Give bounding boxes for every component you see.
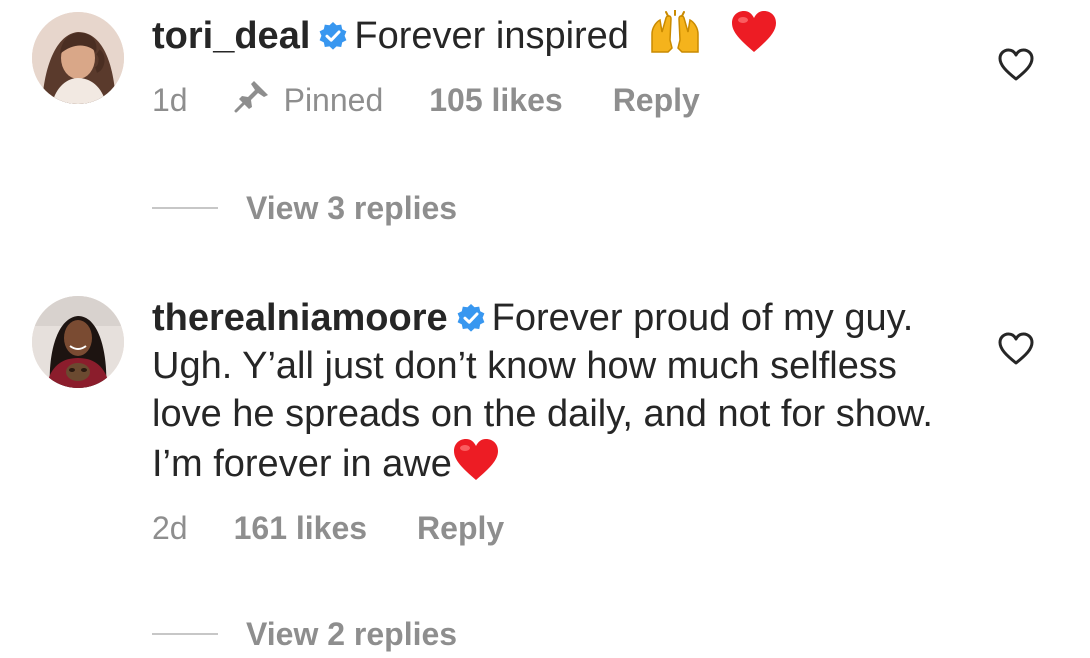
replies-divider bbox=[152, 633, 218, 635]
comment-time: 1d bbox=[152, 81, 188, 118]
avatar[interactable] bbox=[32, 296, 124, 388]
view-replies-label[interactable]: View 3 replies bbox=[246, 190, 457, 227]
comment-body: therealniamoore Forever proud of my guy. … bbox=[152, 294, 942, 494]
avatar[interactable] bbox=[32, 12, 124, 104]
red-heart-emoji bbox=[730, 10, 778, 66]
view-replies-label[interactable]: View 2 replies bbox=[246, 616, 457, 653]
verified-badge-icon bbox=[456, 297, 486, 332]
view-replies-button[interactable]: View 2 replies bbox=[152, 614, 457, 654]
comments-list: tori_deal Forever inspired 1d Pinned 105… bbox=[0, 0, 1090, 658]
comment-meta: 2d 161 likes Reply bbox=[152, 508, 504, 548]
like-heart-icon[interactable] bbox=[998, 332, 1034, 366]
reply-button[interactable]: Reply bbox=[613, 82, 700, 119]
verified-badge-icon bbox=[318, 15, 348, 50]
pinned-label: Pinned bbox=[283, 81, 384, 118]
likes-count[interactable]: 161 likes bbox=[234, 510, 367, 547]
pin-icon bbox=[234, 79, 284, 121]
red-heart-emoji bbox=[452, 438, 500, 494]
likes-count[interactable]: 105 likes bbox=[429, 82, 562, 119]
comment-text: Forever inspired bbox=[354, 15, 629, 57]
like-heart-icon[interactable] bbox=[998, 48, 1034, 82]
raising-hands-emoji bbox=[648, 9, 702, 66]
replies-divider bbox=[152, 207, 218, 209]
comment-time: 2d bbox=[152, 509, 188, 546]
pinned-indicator: Pinned bbox=[234, 79, 384, 121]
comment-body: tori_deal Forever inspired bbox=[152, 9, 942, 66]
view-replies-button[interactable]: View 3 replies bbox=[152, 188, 457, 228]
comment-username[interactable]: therealniamoore bbox=[152, 297, 448, 339]
reply-button[interactable]: Reply bbox=[417, 510, 504, 547]
comment-username[interactable]: tori_deal bbox=[152, 15, 310, 57]
comment-meta: 1d Pinned 105 likes Reply bbox=[152, 80, 700, 120]
